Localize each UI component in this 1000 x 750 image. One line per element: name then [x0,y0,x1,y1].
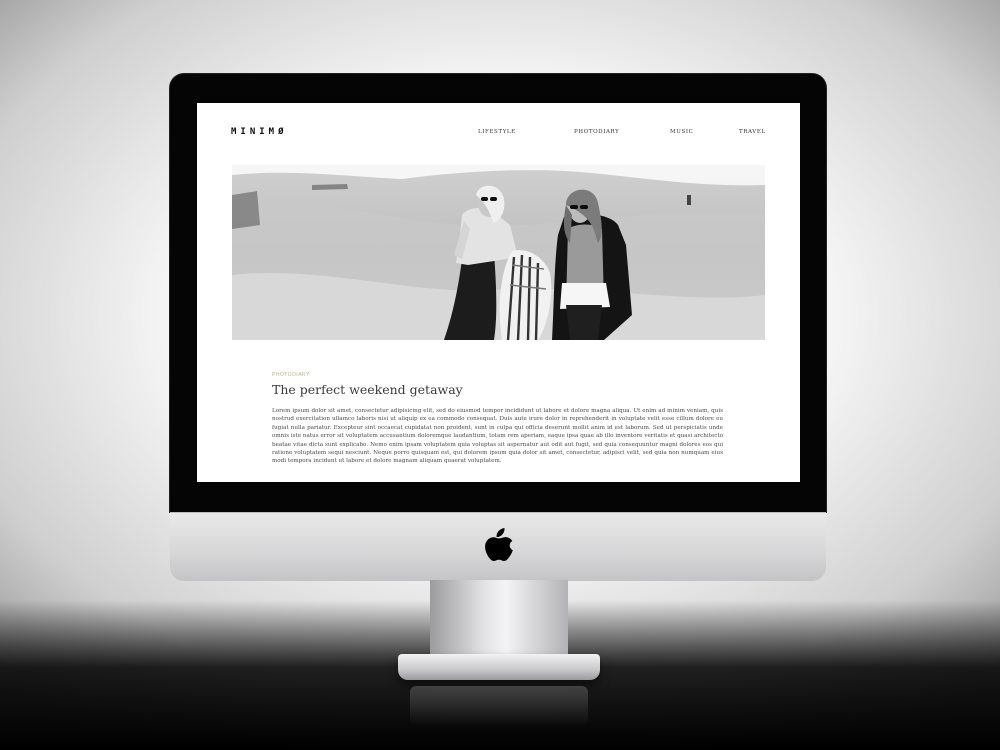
post-body: Lorem ipsum dolor sit amet, consectetur … [272,408,723,465]
nav-item-photodiary[interactable]: PHOTODIARY [574,129,619,135]
main-nav: LIFESTYLE PHOTODIARY MUSIC TRAVEL [197,129,800,139]
monitor-stand-base [398,654,600,680]
nav-item-travel[interactable]: TRAVEL [739,129,766,135]
nav-item-lifestyle[interactable]: LIFESTYLE [478,129,516,135]
stand-reflection [410,686,588,726]
apple-logo-icon [483,526,515,564]
post-category[interactable]: PHOTODIARY [272,372,310,378]
website-screen: MINIMØ LIFESTYLE PHOTODIARY MUSIC TRAVEL [197,103,800,482]
hero-photo [232,165,765,340]
monitor-stand-neck [430,580,568,658]
nav-item-music[interactable]: MUSIC [670,129,693,135]
post-title[interactable]: The perfect weekend getaway [272,382,463,397]
